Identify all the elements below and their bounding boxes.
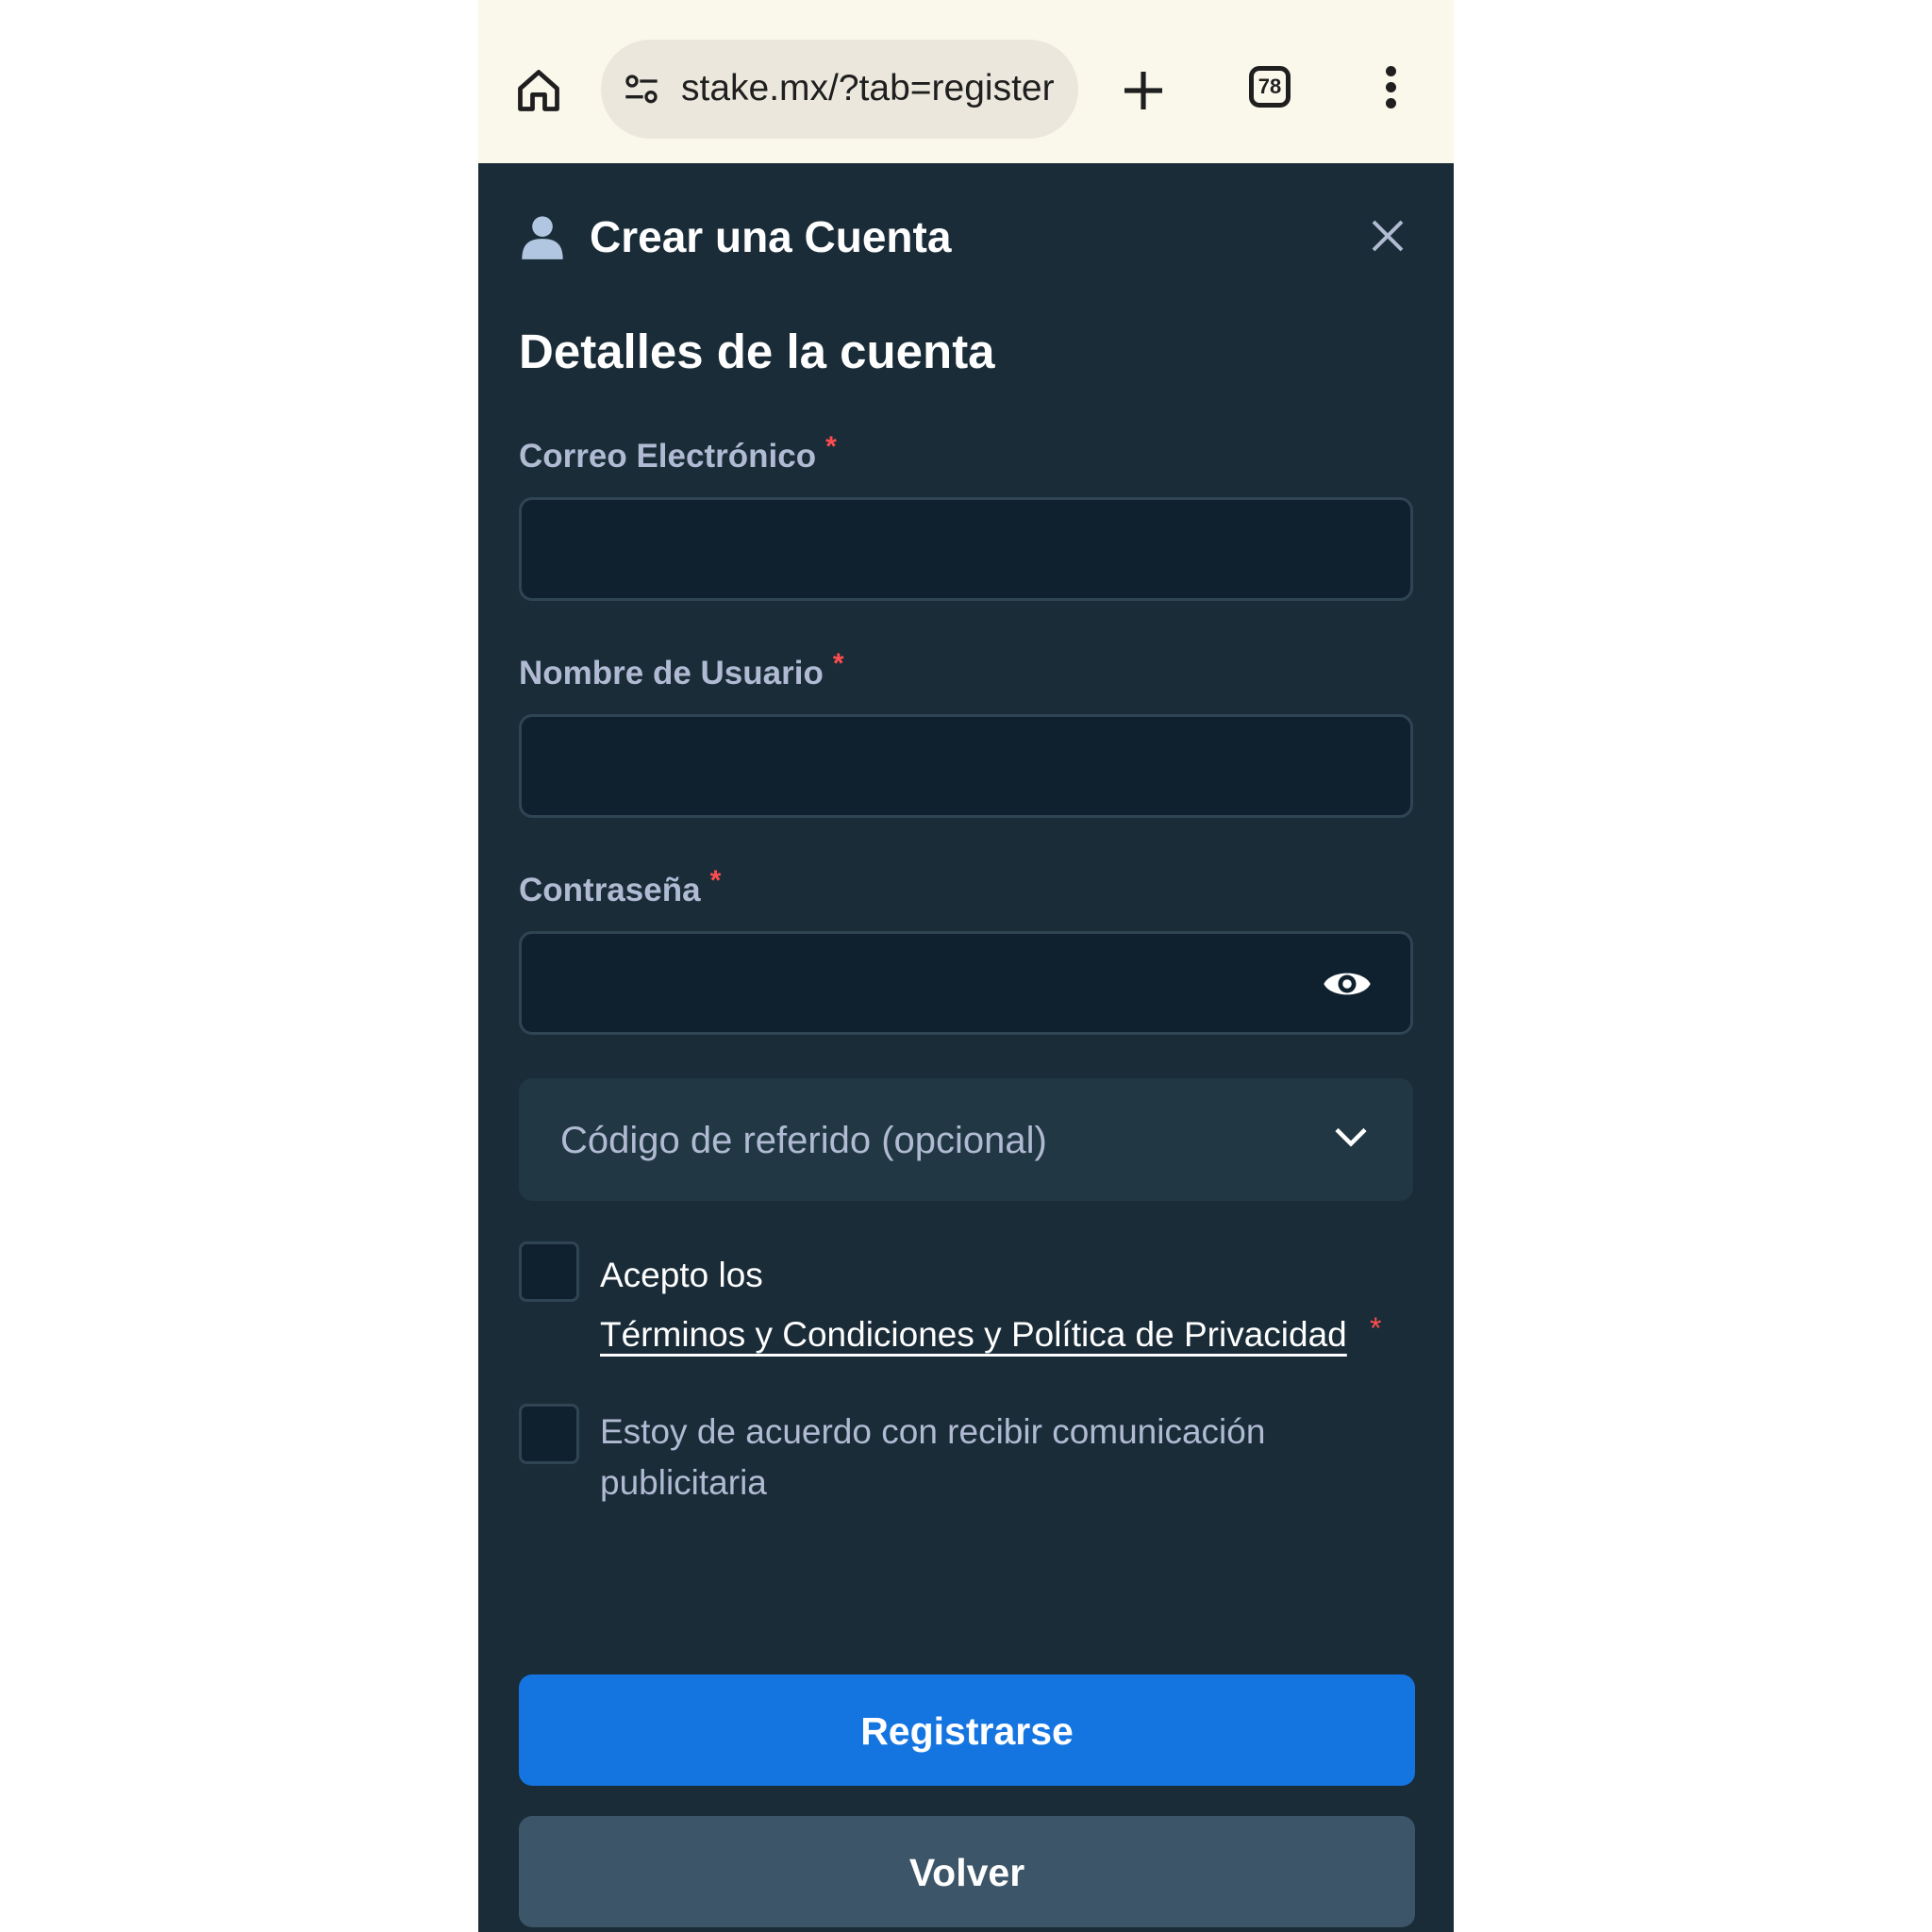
terms-link[interactable]: Términos y Condiciones y Política de Pri… [600,1313,1347,1357]
email-field[interactable] [519,497,1413,601]
phone-screen: stake.mx/?tab=register 78 Crear una Cuen… [478,0,1454,1932]
new-tab-icon[interactable] [1121,68,1166,113]
email-label-text: Correo Electrónico [519,438,817,475]
required-mark: * [832,648,844,679]
password-label: Contraseña * [519,865,721,913]
required-mark: * [709,865,722,896]
register-button[interactable]: Registrarse [519,1674,1415,1786]
chevron-down-icon[interactable] [1334,1125,1368,1148]
referral-code-dropdown[interactable]: Código de referido (opcional) [519,1078,1413,1201]
section-title: Detalles de la cuenta [519,325,995,378]
url-text[interactable]: stake.mx/?tab=register [681,64,1058,113]
referral-label: Código de referido (opcional) [560,1120,1047,1161]
required-mark: * [825,431,837,462]
more-menu-icon[interactable] [1384,66,1397,113]
email-label: Correo Electrónico * [519,431,837,479]
browser-toolbar: stake.mx/?tab=register 78 [478,0,1454,163]
close-icon[interactable] [1369,217,1407,255]
username-label-text: Nombre de Usuario [519,655,824,691]
site-settings-icon[interactable] [622,72,661,109]
required-mark: * [1370,1311,1382,1345]
modal-title: Crear una Cuenta [590,212,952,261]
promo-checkbox[interactable] [519,1404,579,1464]
eye-icon[interactable] [1322,966,1373,1002]
address-bar[interactable]: stake.mx/?tab=register [601,40,1078,139]
password-field[interactable] [519,931,1413,1035]
promo-consent-text: Estoy de acuerdo con recibir comunicació… [600,1412,1266,1502]
back-button[interactable]: Volver [519,1816,1415,1927]
password-label-text: Contraseña [519,872,701,908]
user-icon [522,216,563,259]
username-label: Nombre de Usuario * [519,648,844,696]
home-icon[interactable] [514,66,563,115]
tab-switcher-icon[interactable]: 78 [1249,66,1291,108]
terms-checkbox[interactable] [519,1241,579,1302]
accept-terms-text: Acepto los [600,1256,763,1294]
username-field[interactable] [519,714,1413,818]
